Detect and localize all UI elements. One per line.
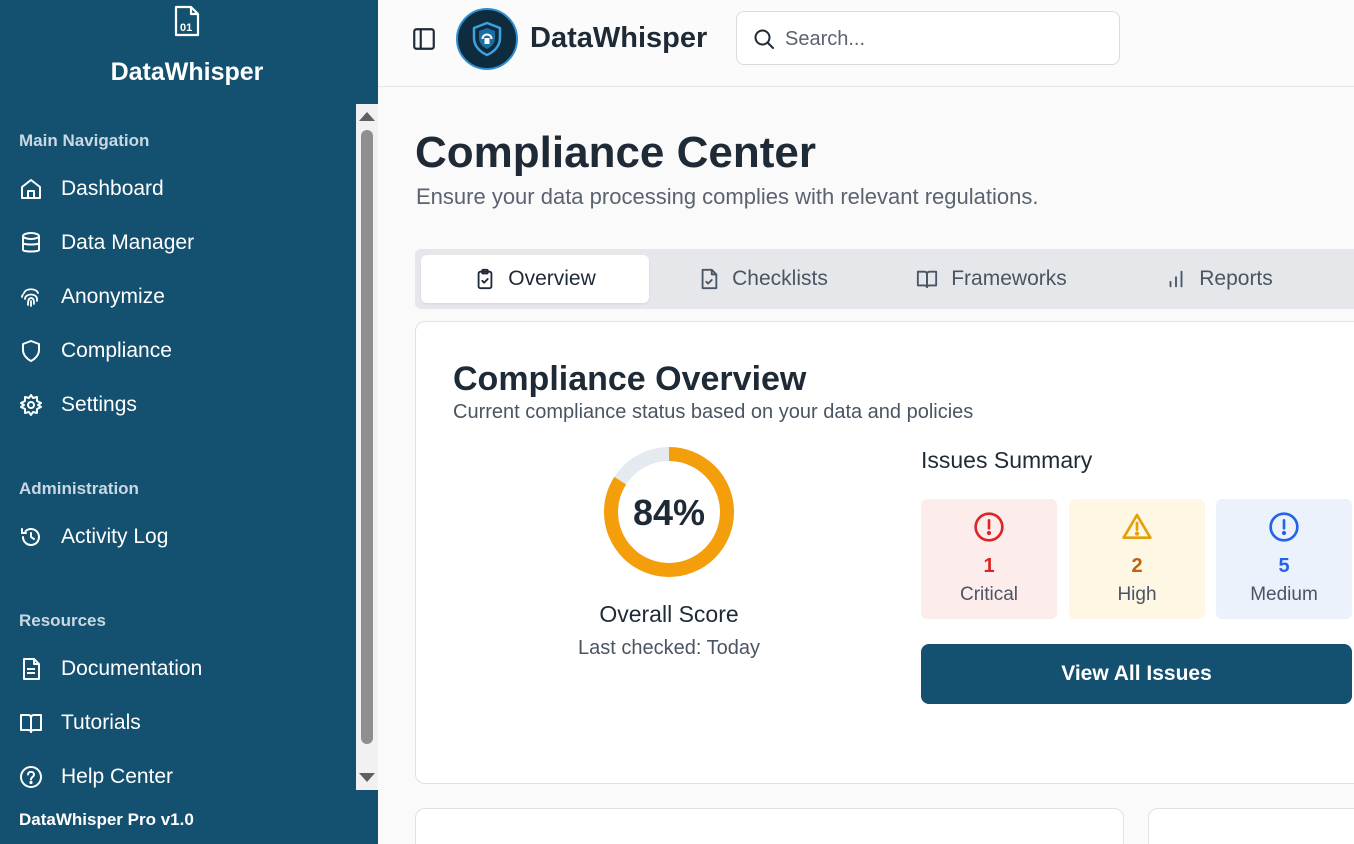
search-input[interactable] [785,22,1105,56]
sidebar-item-label: Dashboard [61,177,164,200]
issue-count: 2 [1131,555,1143,577]
shield-lock-icon [472,21,502,57]
file-check-icon [701,268,718,290]
sidebar-item-label: Activity Log [61,525,169,548]
tab-label: Checklists [732,267,828,290]
scroll-thumb[interactable] [361,130,373,744]
warning-triangle-icon [1122,513,1152,539]
app-title: DataWhisper [530,22,708,54]
compliance-overview-card: Compliance Overview Current compliance s… [415,321,1354,784]
book-icon [18,710,44,736]
score-label: Overall Score [599,601,739,627]
fingerprint-icon [18,284,44,310]
tab-reports[interactable]: Reports [1105,255,1333,303]
shield-icon [18,338,44,364]
tab-frameworks[interactable]: Frameworks [877,255,1105,303]
clipboard-check-icon [477,268,493,290]
tab-bar: Overview Checklists Frameworks Reports [415,249,1354,309]
issue-label: Critical [959,584,1019,605]
tab-label: Reports [1199,267,1273,290]
issue-card-medium[interactable]: 5 Medium [1216,499,1352,619]
sidebar-item-label: Settings [61,393,137,416]
issue-count: 5 [1278,555,1290,577]
section-main-navigation: Main Navigation [19,131,150,150]
sidebar-item-settings[interactable]: Settings [18,387,338,423]
sidebar-item-label: Data Manager [61,231,195,254]
issue-card-critical[interactable]: 1 Critical [921,499,1057,619]
page-title: Compliance Center [415,128,816,177]
version-label: DataWhisper Pro v1.0 [19,810,194,829]
issues-summary-title: Issues Summary [921,447,1093,473]
issue-label: Medium [1250,584,1318,605]
secondary-card [1148,808,1354,844]
svg-text:01: 01 [180,22,192,34]
gear-icon [18,392,44,418]
secondary-card [415,808,1124,844]
issue-card-high[interactable]: 2 High [1069,499,1205,619]
sidebar-item-label: Compliance [61,339,172,362]
sidebar-item-documentation[interactable]: Documentation [18,651,338,687]
bar-chart-icon [1169,270,1183,288]
tab-overview[interactable]: Overview [421,255,649,303]
sidebar-item-activity-log[interactable]: Activity Log [18,519,338,555]
tab-checklists[interactable]: Checklists [649,255,877,303]
sidebar-item-label: Documentation [61,657,203,680]
binary-file-icon: 01 [174,5,200,37]
help-icon [18,764,44,790]
issue-label: High [1117,584,1157,605]
scroll-down-arrow-icon[interactable] [359,773,375,782]
sidebar: 01 DataWhisper Main Navigation Dashboard… [0,0,378,844]
sidebar-scrollbar[interactable] [356,104,378,790]
sidebar-item-data-manager[interactable]: Data Manager [18,225,338,261]
tab-label: Overview [508,267,596,290]
sidebar-brand: DataWhisper [110,58,264,86]
last-checked: Last checked: Today [578,637,760,659]
sidebar-item-label: Help Center [61,765,174,788]
book-open-icon [917,270,938,289]
scroll-up-arrow-icon[interactable] [359,112,375,121]
alert-circle-icon [974,512,1004,542]
database-icon [18,230,44,256]
sidebar-toggle-icon[interactable] [411,26,437,52]
sidebar-item-label: Anonymize [61,285,165,308]
section-resources: Resources [19,611,106,630]
section-administration: Administration [19,479,139,498]
sidebar-item-dashboard[interactable]: Dashboard [18,171,338,207]
home-icon [18,176,44,202]
score-value: 84% [632,492,706,533]
view-all-issues-button[interactable]: View All Issues [921,644,1352,704]
app-logo [456,8,518,70]
sidebar-item-anonymize[interactable]: Anonymize [18,279,338,315]
top-header: DataWhisper [378,0,1354,87]
page-subtitle: Ensure your data processing complies wit… [416,184,1039,209]
search-icon [754,29,774,49]
info-circle-icon [1269,512,1299,542]
search-box[interactable] [736,11,1120,65]
issue-count: 1 [983,555,995,577]
card-title: Compliance Overview [453,360,807,398]
history-icon [18,524,44,550]
tab-label: Frameworks [951,267,1067,290]
sidebar-item-compliance[interactable]: Compliance [18,333,338,369]
card-subtitle: Current compliance status based on your … [453,401,974,423]
sidebar-item-help-center[interactable]: Help Center [18,759,338,790]
sidebar-nav: Main Navigation Dashboard Data Manager A… [0,104,356,790]
sidebar-item-label: Tutorials [61,711,141,734]
document-icon [18,656,44,682]
sidebar-item-tutorials[interactable]: Tutorials [18,705,338,741]
